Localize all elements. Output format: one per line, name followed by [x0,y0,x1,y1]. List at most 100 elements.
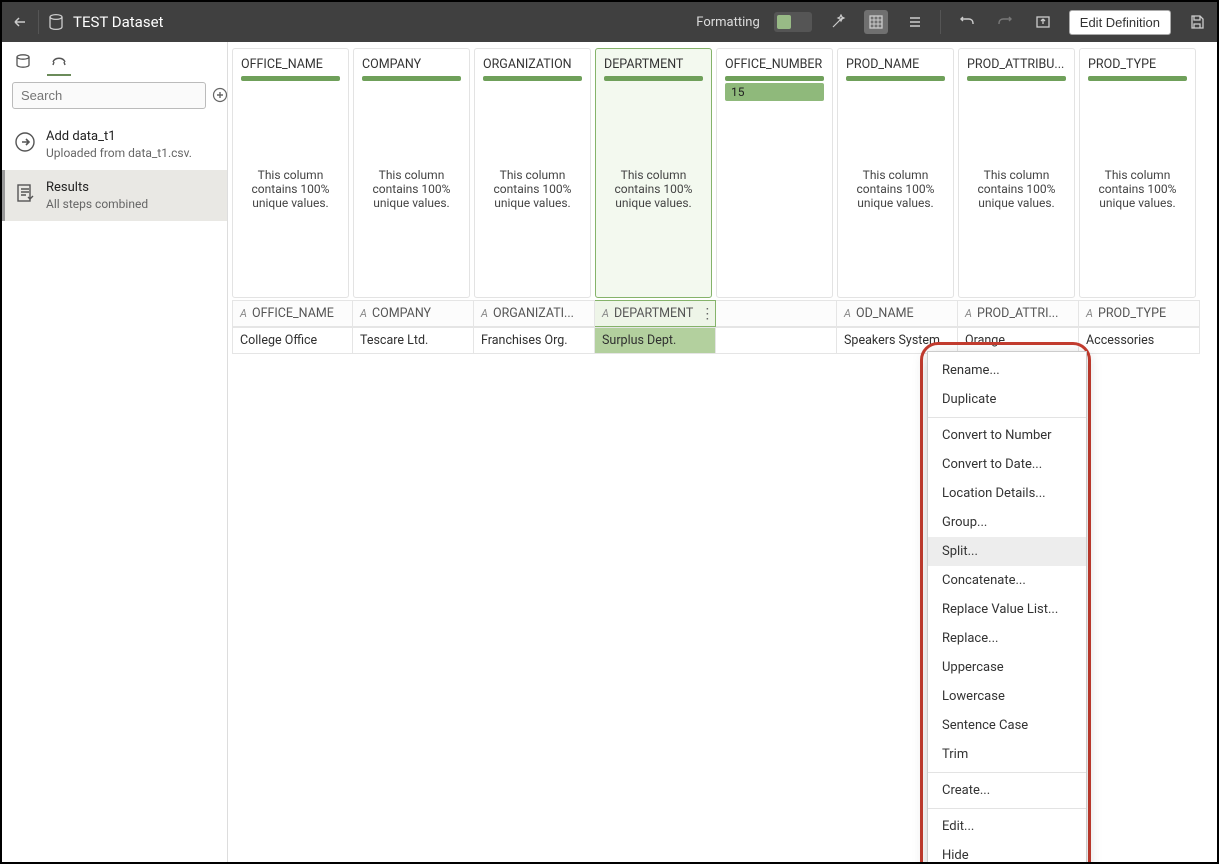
header-label: PROD_ATTRI... [977,306,1058,321]
columns-panel: OFFICE_NAMEThis column contains 100% uni… [228,42,1217,862]
save-icon[interactable] [1185,10,1209,34]
column-name: OFFICE_NAME [233,49,348,76]
list-view-icon[interactable] [902,10,926,34]
context-menu-item[interactable]: Edit... [928,812,1086,841]
context-menu-item[interactable]: Trim [928,740,1086,769]
table-cell[interactable]: Surplus Dept. [595,327,716,354]
table-header-cell[interactable]: A PROD_TYPE [1079,300,1200,327]
table-header-cell[interactable]: ADEPARTMENT⋮ [595,300,716,327]
column-menu-button[interactable]: ⋮ [698,307,716,321]
back-button[interactable] [10,12,30,32]
grid-view-icon[interactable] [864,10,888,34]
menu-separator [928,417,1086,418]
column-card[interactable]: OFFICE_NUMBER 15 [716,48,833,298]
table-cell[interactable] [716,327,837,354]
context-menu-item[interactable]: Convert to Date... [928,450,1086,479]
type-indicator-icon: A [240,307,247,320]
context-menu-item[interactable]: Sentence Case [928,711,1086,740]
search-input[interactable] [12,82,206,109]
column-summary: This column contains 100% unique values. [596,81,711,297]
header-label: OFFICE_NAME [252,306,334,321]
edit-definition-button[interactable]: Edit Definition [1069,10,1171,35]
step-results[interactable]: Results All steps combined [2,170,227,221]
context-menu-item[interactable]: Create... [928,776,1086,805]
sidebar: Add data_t1 Uploaded from data_t1.csv. R… [2,42,228,862]
context-menu-item[interactable]: Convert to Number [928,421,1086,450]
table-header-cell[interactable]: A ORGANIZATI... [474,300,595,327]
context-menu-item[interactable]: Hide [928,841,1086,862]
table-cell[interactable]: Speakers System [837,327,958,354]
column-badge: 15 [725,83,824,101]
context-menu-item[interactable]: Location Details... [928,479,1086,508]
table-header-cell[interactable]: A COMPANY [353,300,474,327]
column-name: COMPANY [354,49,469,76]
data-tab-icon[interactable] [14,52,32,70]
formatting-toggle[interactable] [774,12,812,32]
table-cell[interactable]: Tescare Ltd. [353,327,474,354]
add-step-icon[interactable] [212,87,228,105]
column-summary: This column contains 100% unique values. [838,81,953,297]
column-card[interactable]: OFFICE_NAME This column contains 100% uni… [232,48,349,298]
prepare-tab-icon[interactable] [50,52,68,70]
column-name: PROD_TYPE [1080,49,1195,76]
header-label: ORGANIZATI... [493,306,574,321]
type-indicator-icon: A [360,307,367,320]
type-indicator-icon: A [844,307,851,320]
column-name: ORGANIZATION [475,49,590,76]
column-summary: This column contains 100% unique values. [959,81,1074,297]
context-menu-item[interactable]: Replace Value List... [928,595,1086,624]
column-quality-bar [725,76,824,81]
column-name: OFFICE_NUMBER [717,49,832,76]
redo-icon[interactable] [993,10,1017,34]
undo-icon[interactable] [955,10,979,34]
context-menu-item[interactable]: Uppercase [928,653,1086,682]
top-toolbar: TEST Dataset Formatting Edit Definition [2,2,1217,42]
arrow-circle-icon [14,131,36,153]
column-context-menu: Rename...Duplicate Convert to NumberConve… [927,351,1087,862]
step-subtitle: All steps combined [46,197,148,211]
context-menu-item[interactable]: Replace... [928,624,1086,653]
step-title: Results [46,180,148,195]
column-summary: This column contains 100% unique values. [475,81,590,297]
context-menu-item[interactable]: Duplicate [928,385,1086,414]
table-header-cell[interactable] [716,300,837,327]
menu-separator [928,772,1086,773]
header-label: DEPARTMENT [614,306,693,321]
column-card[interactable]: ORGANIZATION This column contains 100% un… [474,48,591,298]
column-card[interactable]: PROD_ATTRIBU... This column contains 100%… [958,48,1075,298]
header-label: PROD_TYPE [1098,306,1166,321]
context-menu-item[interactable]: Concatenate... [928,566,1086,595]
results-icon [14,182,36,204]
header-label: COMPANY [372,306,431,321]
table-cell[interactable]: Orange [958,327,1079,354]
column-name: PROD_ATTRIBU... [959,49,1074,76]
column-card[interactable]: COMPANY This column contains 100% unique … [353,48,470,298]
table-header-cell[interactable]: A PROD_ATTRI... [958,300,1079,327]
column-card[interactable]: PROD_NAMEThis column contains 100% uniqu… [837,48,954,298]
type-indicator-icon: A [965,307,972,320]
column-name: DEPARTMENT [596,49,711,76]
magic-wand-icon[interactable] [826,10,850,34]
menu-separator [928,808,1086,809]
column-summary: This column contains 100% unique values. [354,81,469,297]
table-cell[interactable]: Accessories [1079,327,1200,354]
column-summary: This column contains 100% unique values. [1080,81,1195,297]
column-card[interactable]: DEPARTMENT This column contains 100% uniq… [595,48,712,298]
step-subtitle: Uploaded from data_t1.csv. [46,146,192,160]
type-indicator-icon: A [1086,307,1093,320]
table-cell[interactable]: Franchises Org. [474,327,595,354]
step-add-data[interactable]: Add data_t1 Uploaded from data_t1.csv. [2,119,227,170]
type-indicator-icon: A [481,307,488,320]
column-card[interactable]: PROD_TYPE This column contains 100% uniqu… [1079,48,1196,298]
page-title: TEST Dataset [73,13,163,31]
table-header-cell[interactable]: A OFFICE_NAME [232,300,353,327]
context-menu-item[interactable]: Group... [928,508,1086,537]
step-title: Add data_t1 [46,129,192,144]
export-icon[interactable] [1031,10,1055,34]
context-menu-item[interactable]: Lowercase [928,682,1086,711]
table-cell[interactable]: College Office [232,327,353,354]
table-header-cell[interactable]: AOD_NAME [837,300,958,327]
column-summary: This column contains 100% unique values. [233,81,348,297]
context-menu-item[interactable]: Rename... [928,356,1086,385]
context-menu-item[interactable]: Split... [928,537,1086,566]
